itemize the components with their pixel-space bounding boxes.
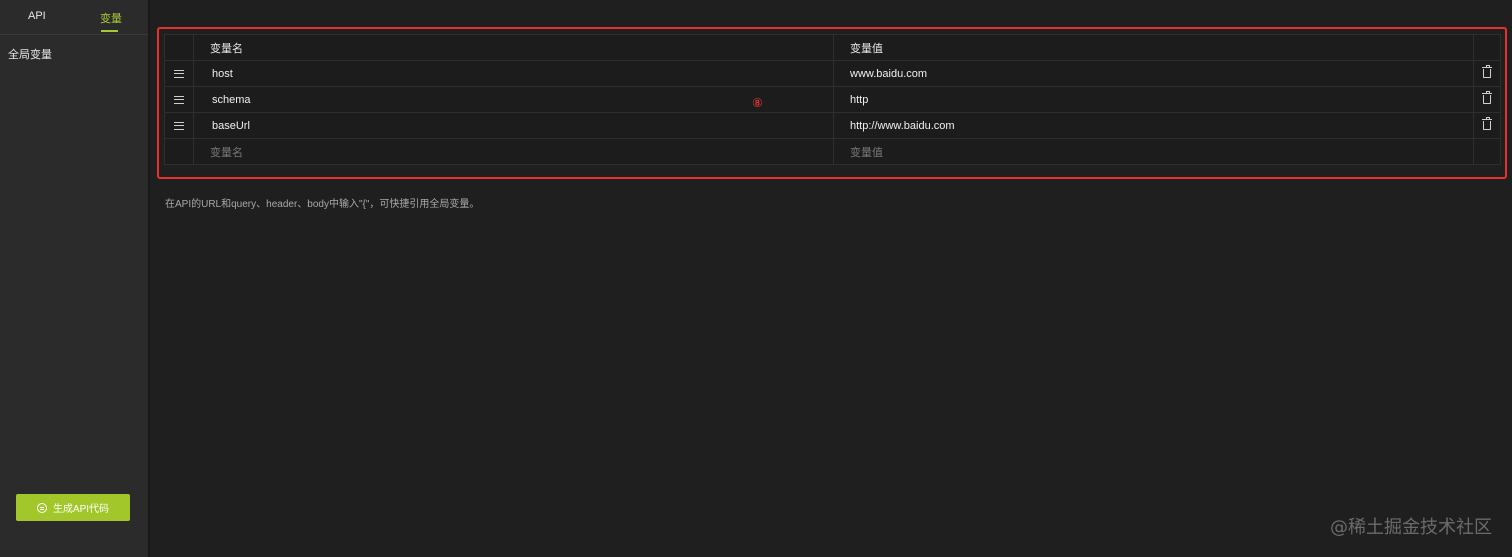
trash-icon [1482, 91, 1492, 104]
table-row: baseUrl http://www.baidu.com [164, 112, 1501, 139]
empty-drag-cell [164, 138, 194, 165]
header-variable-name: 变量名 [193, 34, 834, 61]
sidebar-tabs: API 变量 [0, 0, 148, 35]
delete-button[interactable] [1473, 112, 1501, 139]
new-variable-name-input[interactable]: 变量名 [193, 138, 834, 165]
sidebar-item-global-variables[interactable]: 全局变量 [8, 46, 52, 62]
new-variable-value-input[interactable]: 变量值 [833, 138, 1474, 165]
table-header-row: 变量名 变量值 [164, 34, 1501, 61]
code-icon [36, 502, 47, 513]
drag-handle[interactable] [164, 60, 194, 87]
hint-text: 在API的URL和query、header、body中输入"{"，可快捷引用全局… [165, 199, 480, 210]
watermark: @稀土掘金技术社区 [1330, 517, 1492, 538]
header-drag-cell [164, 34, 194, 61]
empty-action-cell [1473, 138, 1501, 165]
tab-api[interactable]: API [28, 10, 46, 22]
drag-handle-icon [174, 69, 184, 78]
variables-table: 变量名 变量值 host www.baidu.com schema http b… [164, 34, 1501, 165]
table-row: schema http [164, 86, 1501, 113]
active-tab-indicator [101, 30, 118, 32]
new-variable-row: 变量名 变量值 [164, 138, 1501, 165]
drag-handle[interactable] [164, 112, 194, 139]
variable-value-cell[interactable]: www.baidu.com [833, 60, 1474, 87]
delete-button[interactable] [1473, 60, 1501, 87]
variable-value-cell[interactable]: http://www.baidu.com [833, 112, 1474, 139]
header-variable-value: 变量值 [833, 34, 1474, 61]
generate-api-code-label: 生成API代码 [52, 504, 110, 515]
main-panel: 变量名 变量值 host www.baidu.com schema http b… [150, 0, 1512, 557]
tab-variables[interactable]: 变量 [100, 10, 122, 26]
variable-name-cell[interactable]: baseUrl [193, 112, 834, 139]
variable-name-cell[interactable]: schema [193, 86, 834, 113]
variable-name-cell[interactable]: host [193, 60, 834, 87]
drag-handle-icon [174, 95, 184, 104]
delete-button[interactable] [1473, 86, 1501, 113]
drag-handle[interactable] [164, 86, 194, 113]
trash-icon [1482, 117, 1492, 130]
trash-icon [1482, 65, 1492, 78]
generate-api-code-button[interactable]: 生成API代码 [16, 494, 130, 521]
table-row: host www.baidu.com [164, 60, 1501, 87]
drag-handle-icon [174, 121, 184, 130]
annotation-marker: ⑧ [752, 96, 763, 110]
app-window: API 变量 全局变量 生成API代码 变量名 变量值 host www.bai… [0, 0, 1512, 557]
sidebar: API 变量 全局变量 生成API代码 [0, 0, 148, 557]
header-action-cell [1473, 34, 1501, 61]
variable-value-cell[interactable]: http [833, 86, 1474, 113]
